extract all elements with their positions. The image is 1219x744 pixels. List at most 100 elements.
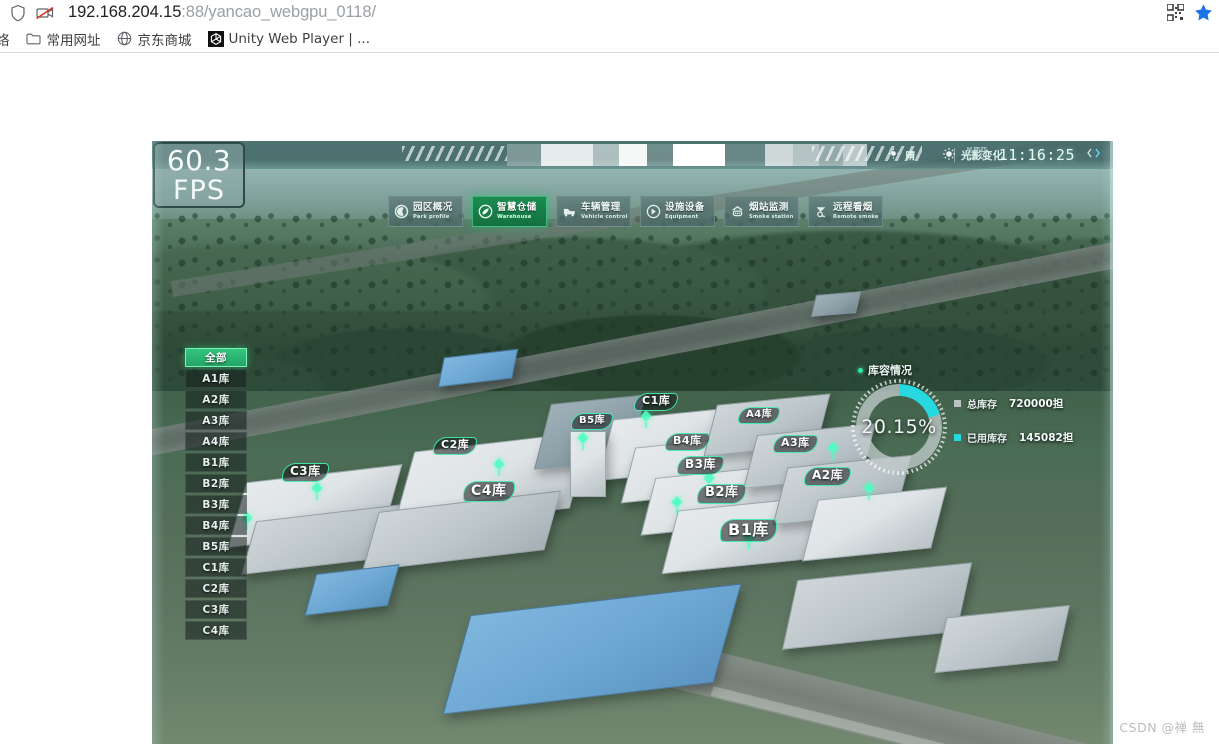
warehouse-filter-item[interactable]: 全部 bbox=[185, 348, 247, 367]
star-bookmark-icon[interactable] bbox=[1194, 3, 1213, 22]
nav-tab-label-cn: 烟站监测 bbox=[749, 202, 789, 214]
map-pin-icon[interactable] bbox=[492, 457, 506, 477]
map-building-tag[interactable]: B3库 bbox=[677, 456, 724, 475]
nav-tab-label-cn: 远程看烟 bbox=[833, 202, 873, 214]
nav-tab-label-en: Vehicle control bbox=[581, 213, 628, 220]
map-building-tag[interactable]: B1库 bbox=[720, 519, 777, 543]
hud-date-value: 2024/2/1 bbox=[963, 154, 991, 161]
map-building-tag[interactable]: C4库 bbox=[463, 481, 515, 503]
warehouse-filter-item[interactable]: A3库 bbox=[185, 411, 247, 430]
chrome-right-icons bbox=[1166, 0, 1213, 25]
bookmark-bar: 络 常用网址 京东商城 bbox=[0, 25, 1219, 53]
fps-counter: 60.3 FPS bbox=[153, 142, 245, 208]
watermark: CSDN @禅 無 bbox=[1119, 720, 1205, 735]
nav-tab-vehicle-control[interactable]: 车辆管理 Vehicle control bbox=[556, 196, 631, 227]
divider bbox=[954, 148, 956, 162]
legend-value: 720000担 bbox=[1009, 398, 1064, 410]
url-bar[interactable]: 192.168.204.15:88/yancao_webgpu_0118/ bbox=[0, 0, 1219, 25]
legend-label: 已用库存 bbox=[967, 434, 1007, 445]
capacity-legend: 总库存 720000担 已用库存 145082担 bbox=[954, 396, 1073, 445]
warehouse-filter-item[interactable]: A1库 bbox=[185, 369, 247, 388]
globe-icon bbox=[117, 31, 133, 47]
hatch-decoration-left bbox=[402, 146, 507, 161]
app-title-blocks bbox=[507, 144, 867, 166]
warehouse-filter-item[interactable]: B5库 bbox=[185, 537, 247, 556]
main-nav-tabs: 园区概况 Park profile 智慧仓储 Warehouse 车辆管理 Vehicle… bbox=[388, 196, 883, 227]
remote-smoke-icon bbox=[814, 204, 829, 219]
bookmark-item-3[interactable]: Unity Web Player | ... bbox=[200, 28, 379, 50]
browser-chrome: 192.168.204.15:88/yancao_webgpu_0118/ 常用… bbox=[0, 0, 1219, 53]
legend-label: 总库存 bbox=[967, 400, 997, 411]
nav-tab-label-en: Remote smoke bbox=[833, 213, 879, 220]
bookmark-label: Unity Web Player | ... bbox=[228, 30, 371, 47]
warehouse-filter-item[interactable]: A4库 bbox=[185, 432, 247, 451]
nav-tab-label-en: Smoke station bbox=[749, 213, 794, 220]
capacity-title-text: 库容情况 bbox=[868, 364, 912, 377]
map-pin-icon[interactable] bbox=[310, 481, 324, 501]
map-building-tag[interactable]: B2库 bbox=[697, 484, 747, 504]
bookmark-label: 常用网址 bbox=[46, 32, 101, 49]
map-building-tag[interactable]: A2库 bbox=[804, 467, 852, 486]
bookmark-item-2[interactable]: 京东商城 bbox=[109, 26, 200, 52]
nav-tab-equipment[interactable]: 设施设备 Equipment bbox=[640, 196, 715, 227]
nav-tab-smoke-station[interactable]: 烟站监测 Smoke station bbox=[724, 196, 799, 227]
unity-3d-viewport[interactable]: C3库 C2库 C4库 B5库 C1库 A4库 B4库 A3库 B3库 A2库 B2库 B1库 bbox=[152, 141, 1113, 744]
nav-tab-label-cn: 车辆管理 bbox=[581, 202, 621, 214]
shield-icon[interactable] bbox=[6, 2, 30, 24]
nav-tab-warehouse[interactable]: 智慧仓储 Warehouse bbox=[472, 196, 547, 227]
map-building-tag[interactable]: B4库 bbox=[665, 433, 710, 451]
warehouse-icon bbox=[478, 204, 493, 219]
camera-blocked-icon[interactable] bbox=[32, 2, 58, 24]
hud-top-bar: 晴 光影变化 星期四 2024/2/1 11:16:25 bbox=[152, 141, 1113, 169]
bookmark-item-1[interactable]: 常用网址 bbox=[18, 26, 109, 52]
smoke-station-icon bbox=[730, 204, 745, 219]
warehouse-filter-item[interactable]: C1库 bbox=[185, 558, 247, 577]
map-building-tag[interactable]: C2库 bbox=[433, 437, 478, 455]
map-building-tag[interactable]: C1库 bbox=[634, 393, 679, 411]
warehouse-filter-item[interactable]: A2库 bbox=[185, 390, 247, 409]
map-building-tag[interactable]: C3库 bbox=[282, 463, 329, 482]
legend-swatch bbox=[954, 434, 961, 441]
map-pin-icon[interactable] bbox=[862, 481, 876, 501]
warehouse-filter-item[interactable]: B2库 bbox=[185, 474, 247, 493]
nav-tab-label-en: Warehouse bbox=[497, 213, 532, 220]
nav-tab-remote-smoke[interactable]: 远程看烟 Remote smoke bbox=[808, 196, 883, 227]
map-pin-icon[interactable] bbox=[670, 495, 684, 515]
hud-datetime-group: 星期四 2024/2/1 11:16:25 bbox=[954, 143, 1103, 167]
map-building-tag[interactable]: A4库 bbox=[738, 407, 781, 424]
nav-tab-label-en: Equipment bbox=[665, 213, 699, 220]
url-path: :88/yancao_webgpu_0118/ bbox=[181, 3, 376, 21]
nav-tab-label-en: Park profile bbox=[413, 213, 450, 220]
unity-icon bbox=[207, 30, 224, 47]
map-pin-icon[interactable] bbox=[576, 431, 590, 451]
nav-tab-label-cn: 设施设备 bbox=[665, 202, 705, 214]
warehouse-filter-list: 全部 A1库 A2库 A3库 A4库 B1库 B2库 B3库 B4库 B5库 C1库 C2库 C3库 C4… bbox=[185, 348, 247, 640]
fps-label: FPS bbox=[173, 174, 225, 206]
bullet-icon bbox=[858, 367, 863, 373]
folder-icon bbox=[26, 31, 42, 47]
warehouse-filter-item[interactable]: B4库 bbox=[185, 516, 247, 535]
nav-tab-park-profile[interactable]: 园区概况 Park profile bbox=[388, 196, 463, 227]
warehouse-filter-item[interactable]: C3库 bbox=[185, 600, 247, 619]
map-building-tag[interactable]: A3库 bbox=[773, 435, 818, 453]
warehouse-filter-item[interactable]: B1库 bbox=[185, 453, 247, 472]
warehouse-filter-item[interactable]: B3库 bbox=[185, 495, 247, 514]
warehouse-filter-item[interactable]: C2库 bbox=[185, 579, 247, 598]
url-host: 192.168.204.15 bbox=[68, 3, 182, 21]
warehouse-filter-item[interactable]: C4库 bbox=[185, 621, 247, 640]
chevron-collapse-icon[interactable] bbox=[1087, 146, 1103, 164]
map-pin-icon[interactable] bbox=[826, 441, 840, 461]
url-text[interactable]: 192.168.204.15:88/yancao_webgpu_0118/ bbox=[68, 3, 376, 22]
hud-date: 星期四 2024/2/1 bbox=[963, 147, 991, 162]
legend-swatch bbox=[954, 400, 961, 407]
gauge-percent-label: 20.15% bbox=[861, 416, 937, 438]
qr-code-icon[interactable] bbox=[1166, 3, 1185, 22]
hud-clock: 11:16:25 bbox=[998, 146, 1075, 164]
building-north-blue bbox=[810, 291, 862, 317]
equipment-icon bbox=[646, 204, 661, 219]
bookmark-item-0[interactable]: 络 bbox=[0, 26, 18, 52]
viewport-right-bar bbox=[1110, 141, 1113, 744]
page-body: C3库 C2库 C4库 B5库 C1库 A4库 B4库 A3库 B3库 A2库 B2库 B1库 bbox=[0, 53, 1219, 744]
map-pin-icon[interactable] bbox=[639, 409, 653, 429]
map-building-tag[interactable]: B5库 bbox=[571, 413, 614, 430]
